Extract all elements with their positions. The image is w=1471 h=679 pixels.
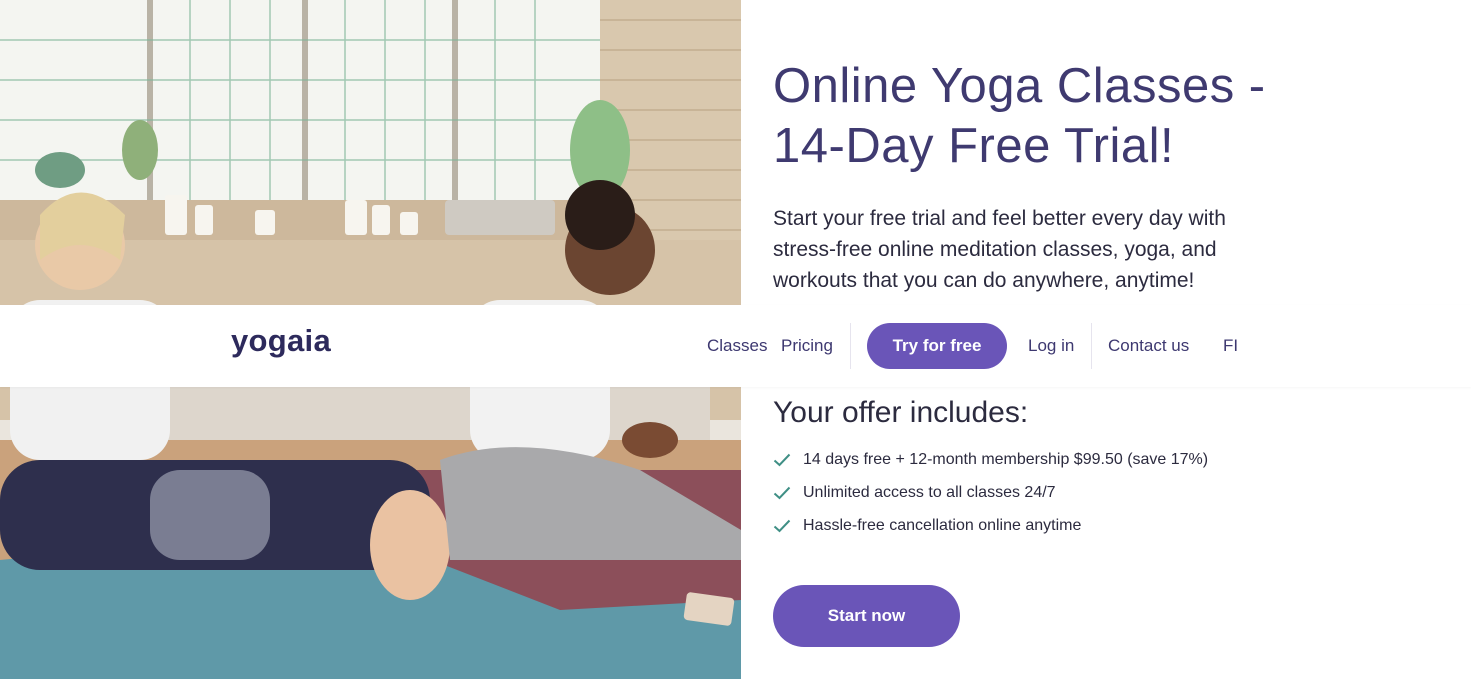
offer-title: Your offer includes:: [773, 396, 1029, 429]
check-icon: [773, 453, 803, 467]
offer-item-label: Hassle-free cancellation online anytime: [803, 516, 1082, 534]
check-icon: [773, 486, 803, 500]
offer-list: 14 days free + 12-month membership $99.5…: [773, 443, 1293, 542]
offer-item-label: Unlimited access to all classes 24/7: [803, 483, 1056, 501]
nav-link-login[interactable]: Log in: [1028, 335, 1074, 357]
nav-link-classes[interactable]: Classes: [707, 335, 767, 357]
start-now-button[interactable]: Start now: [773, 585, 960, 647]
hero-title: Online Yoga Classes - 14-Day Free Trial!: [773, 59, 1266, 173]
nav-divider: [850, 323, 851, 369]
top-navbar: yogaia Classes Pricing Try for free Log …: [0, 305, 1471, 387]
offer-item: Unlimited access to all classes 24/7: [773, 476, 1293, 509]
language-switch-fi[interactable]: FI: [1223, 335, 1238, 357]
yogaia-logo[interactable]: yogaia: [231, 323, 331, 359]
offer-item: Hassle-free cancellation online anytime: [773, 509, 1293, 542]
hero-lead: Start your free trial and feel better ev…: [773, 207, 1226, 292]
check-icon: [773, 519, 803, 533]
try-for-free-button[interactable]: Try for free: [867, 323, 1007, 369]
offer-item: 14 days free + 12-month membership $99.5…: [773, 443, 1293, 476]
nav-divider: [1091, 323, 1092, 369]
nav-link-contact[interactable]: Contact us: [1108, 335, 1189, 357]
offer-item-label: 14 days free + 12-month membership $99.5…: [803, 450, 1209, 468]
nav-link-pricing[interactable]: Pricing: [781, 335, 833, 357]
